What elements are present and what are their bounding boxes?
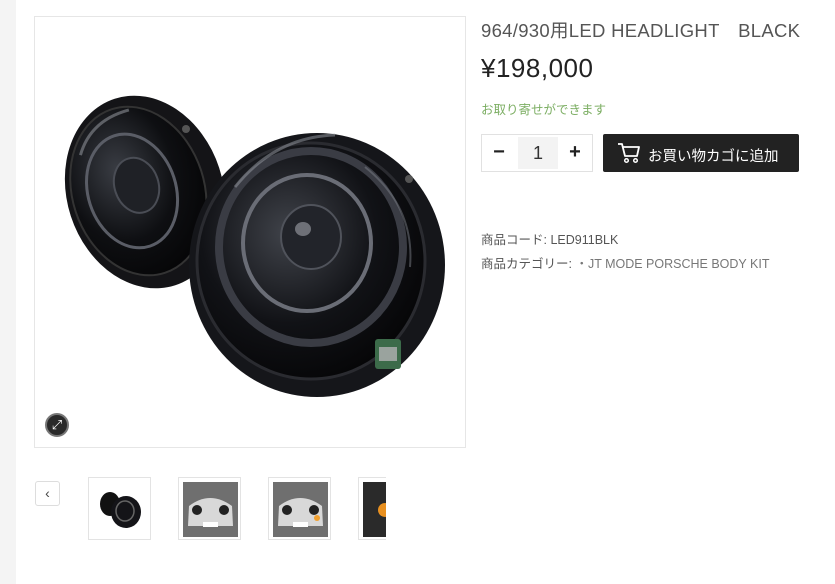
product-category: 商品カテゴリー: ・JT MODE PORSCHE BODY KIT — [481, 253, 769, 272]
product-category-label: 商品カテゴリー: — [481, 257, 576, 271]
thumbnail-headlight-pair[interactable] — [88, 477, 151, 540]
car-thumbnail-image — [363, 482, 386, 537]
product-title: 964/930用LED HEADLIGHT BLACK — [481, 20, 801, 41]
car-thumbnail-image — [183, 482, 238, 537]
product-code-label: 商品コード: — [481, 233, 551, 247]
quantity-stepper: − + — [481, 134, 593, 172]
shopping-cart-icon — [618, 143, 640, 164]
product-code: 商品コード: LED911BLK — [481, 229, 618, 248]
headlight-pair-image — [64, 95, 445, 397]
product-category-link[interactable]: ・JT MODE PORSCHE BODY KIT — [575, 257, 769, 271]
thumbnail-car-partial[interactable] — [358, 477, 386, 540]
headlight-thumbnail-image — [100, 492, 141, 528]
page-left-margin — [0, 0, 16, 584]
thumbnail-prev-button[interactable]: ‹ — [35, 481, 60, 506]
add-to-cart-label: お買い物カゴに追加 — [648, 149, 779, 165]
main-product-image[interactable]: ⤢ — [34, 16, 466, 448]
product-price: ¥198,000 — [481, 53, 594, 83]
thumbnail-car-front-1[interactable] — [178, 477, 241, 540]
product-code-value: LED911BLK — [550, 233, 619, 247]
thumbnail-strip — [86, 477, 386, 541]
quantity-input[interactable] — [518, 137, 558, 169]
quantity-minus-button[interactable]: − — [482, 135, 516, 171]
car-thumbnail-image — [273, 482, 328, 537]
quantity-plus-button[interactable]: + — [558, 135, 592, 171]
thumbnail-car-front-2[interactable] — [268, 477, 331, 540]
expand-icon[interactable]: ⤢ — [45, 413, 69, 437]
stock-status: お取り寄せができます — [481, 103, 607, 117]
add-to-cart-button[interactable]: お買い物カゴに追加 — [603, 134, 799, 172]
